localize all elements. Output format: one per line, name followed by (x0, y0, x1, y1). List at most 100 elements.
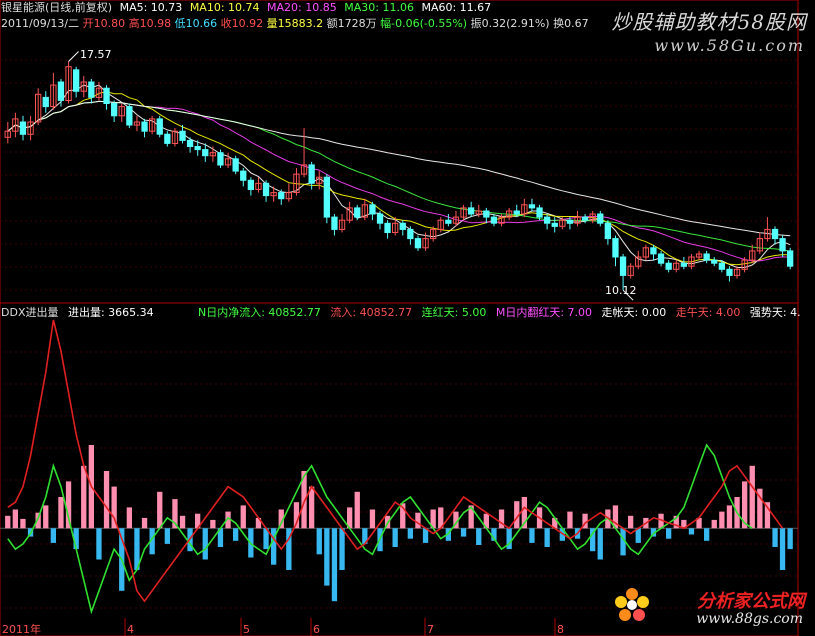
ddx-bar-65 (498, 509, 505, 529)
net-inflow-value: N日内净流入: 40852.77 (198, 306, 321, 319)
ddx-bar-42 (324, 528, 330, 586)
ddx-bar-27 (210, 519, 216, 529)
high-price-label: 17.57 (80, 48, 112, 61)
candle-body-53 (407, 228, 414, 240)
ddx-bar-8 (65, 481, 72, 529)
ddx-bar-69 (529, 528, 535, 543)
x-tick-1: 4 (127, 623, 134, 636)
ddx-bar-51 (392, 528, 398, 547)
candle-body-67 (513, 210, 520, 215)
ddx-bar-16 (126, 507, 132, 529)
ddx-bar-54 (415, 512, 421, 529)
candle-body-72 (551, 222, 558, 227)
candle-body-48 (369, 204, 376, 215)
ddx-bar-90 (688, 528, 695, 535)
candle-body-5 (42, 96, 49, 108)
ma20-line (7, 100, 791, 262)
zouwu-days-value: 走午天: 4.00 (675, 306, 741, 319)
candle-body-43 (331, 216, 338, 230)
candle-body-92 (703, 253, 710, 261)
candle-body-95 (726, 268, 733, 276)
inflow-value: 流入: 40852.77 (330, 306, 413, 319)
ddx-bar-98 (749, 465, 755, 529)
candlestick-series (4, 61, 794, 291)
ddx-bar-5 (43, 505, 49, 529)
ma10-line (7, 91, 791, 266)
ddx-bar-0 (5, 515, 11, 529)
candle-body-18 (141, 121, 148, 132)
high-value: 高10.98 (128, 17, 172, 30)
ddx-bar-71 (544, 528, 550, 547)
ddx-bar-30 (233, 528, 239, 541)
ddx-bar-13 (103, 471, 110, 529)
ddx-bar-44 (339, 528, 345, 570)
ddx-bar-93 (711, 519, 717, 529)
candle-body-102 (779, 238, 786, 252)
watermark-bottom-url: www.88gs.com (696, 611, 803, 627)
ma30-value: MA30: 11.06 (344, 1, 414, 14)
candle-body-93 (711, 259, 718, 264)
ddx-bar-102 (779, 528, 786, 570)
ddx-bar-43 (331, 528, 338, 602)
watermark-top-url: www.58Gu.com (654, 36, 805, 55)
candle-body-54 (414, 238, 422, 249)
candle-body-20 (156, 118, 163, 135)
candle-body-87 (665, 262, 672, 270)
ddx-bar-23 (179, 515, 186, 529)
candle-body-101 (771, 228, 779, 240)
open-value: 开10.80 (82, 17, 126, 30)
candle-body-34 (262, 182, 270, 197)
candle-body-61 (468, 207, 475, 215)
ddx-bar-94 (719, 511, 725, 529)
jcl-value: 进出量: 3665.34 (67, 306, 154, 319)
ddx-bar-20 (157, 491, 163, 529)
candle-body-81 (619, 256, 627, 276)
candle-body-80 (612, 238, 619, 258)
high-price-pointer (68, 51, 79, 62)
candle-body-13 (103, 87, 110, 104)
candle-body-14 (111, 103, 118, 117)
ddx-bar-87 (666, 528, 672, 539)
x-tick-5: 8 (557, 623, 564, 636)
change-value: 幅-0.06(-0.55%) (380, 17, 468, 30)
candle-body-63 (483, 210, 490, 218)
candle-body-46 (354, 207, 361, 218)
candle-body-52 (399, 222, 406, 230)
watermark-top-title: 炒股辅助教材58股网 (611, 10, 807, 34)
candle-body-71 (544, 216, 551, 224)
ddx-bar-46 (354, 491, 360, 529)
ma60-value: MA60: 11.67 (421, 1, 492, 14)
candle-body-42 (323, 176, 331, 218)
candle-body-2 (19, 121, 27, 135)
candle-body-58 (445, 219, 452, 224)
candle-body-69 (528, 204, 536, 209)
turnover-value: 换0.67 (553, 17, 589, 30)
x-tick-3: 6 (313, 623, 320, 636)
bar-date: 2011/09/13/二 (1, 17, 80, 30)
volume-value: 量15883.2 (266, 17, 324, 30)
candle-body-40 (308, 164, 315, 184)
stock-title: 银星能源(日线,前复权) (1, 1, 113, 14)
candle-body-16 (126, 106, 133, 126)
candle-body-50 (384, 222, 391, 234)
candle-body-25 (194, 146, 201, 151)
candle-body-21 (164, 133, 171, 144)
watermark-bottom-title: 分析家公式网 (697, 591, 805, 612)
candle-body-86 (657, 253, 665, 264)
candle-body-79 (604, 222, 612, 240)
candle-body-74 (566, 219, 574, 224)
amount-value: 额1728万 (326, 17, 377, 30)
flower-logo-icon (615, 588, 649, 621)
candle-body-28 (217, 152, 224, 166)
ddx-bar-101 (772, 528, 778, 547)
ma5-line (7, 84, 791, 268)
ddx-bar-82 (628, 515, 634, 529)
weak-days-value: 走帐天: 0.00 (601, 306, 667, 319)
ddx-bar-26 (202, 528, 208, 560)
ddx-bar-2 (20, 518, 26, 529)
ma60-line (7, 100, 791, 237)
moving-average-lines (7, 84, 791, 268)
candle-body-36 (278, 192, 285, 200)
price-annotations (68, 51, 634, 301)
ma30-line (7, 100, 791, 252)
